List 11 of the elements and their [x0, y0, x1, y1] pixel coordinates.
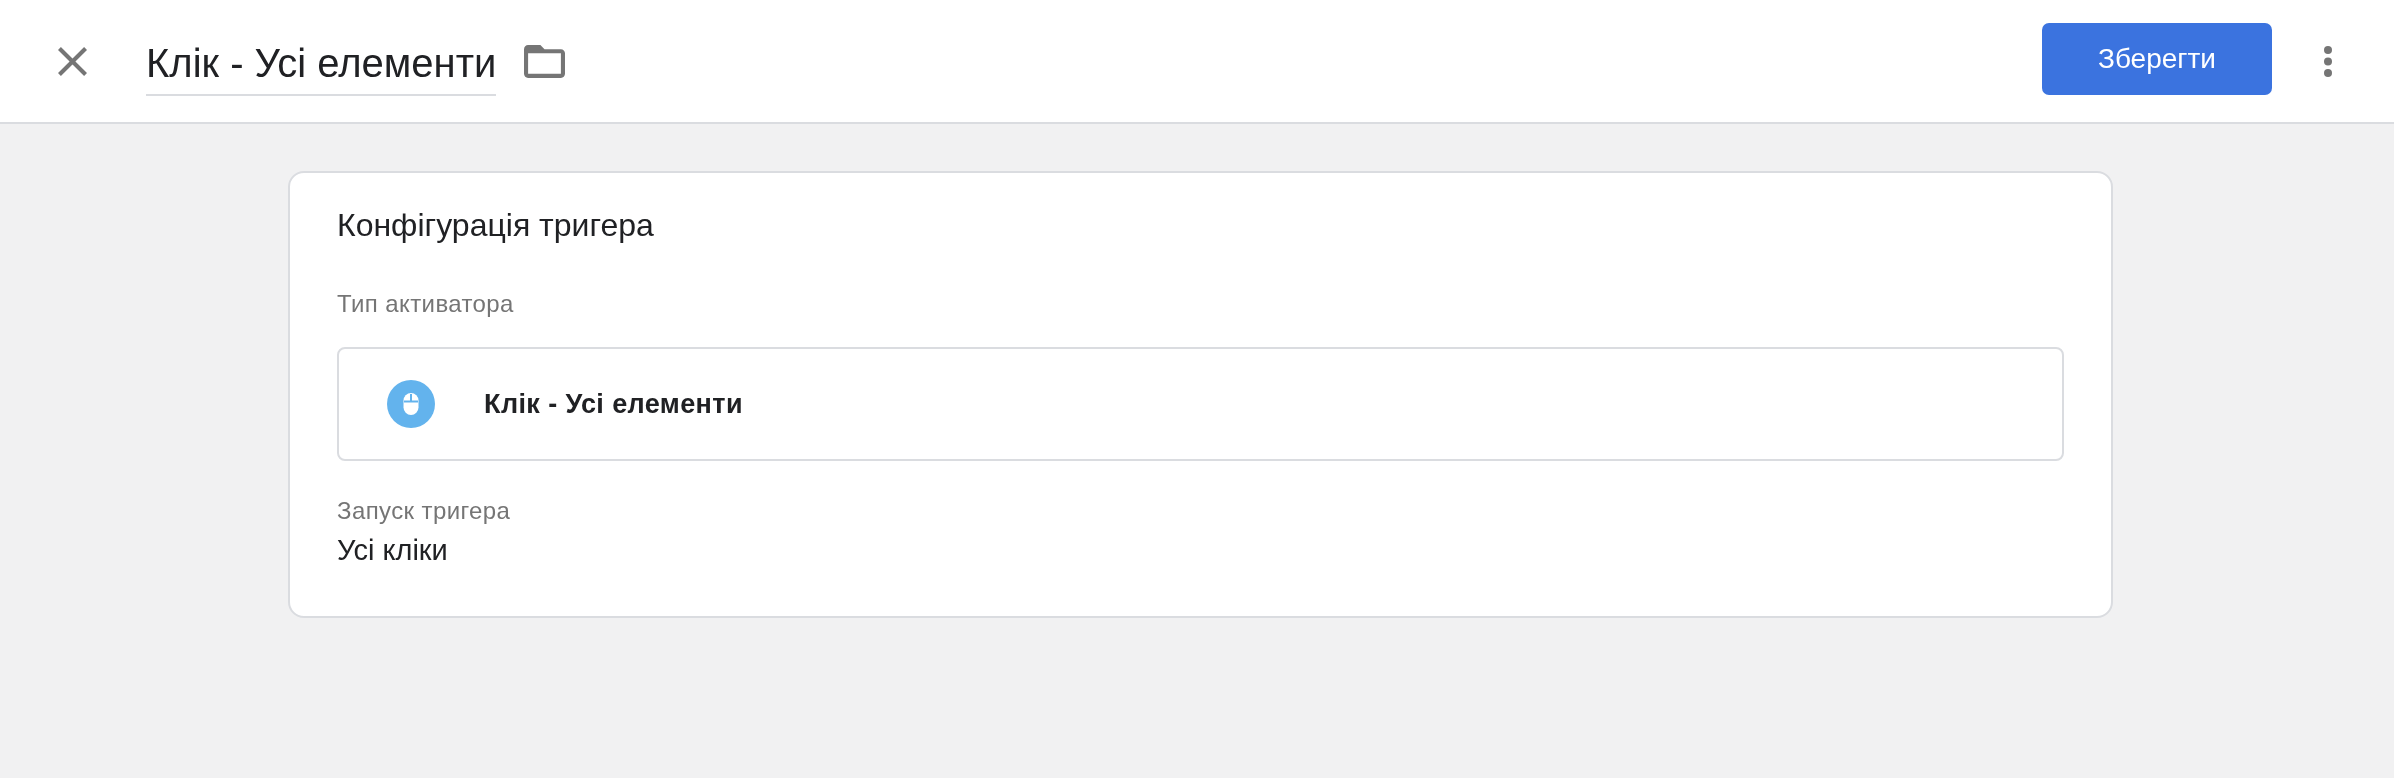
title-field[interactable]: Клік - Усі елементи: [146, 30, 497, 96]
mouse-icon: [387, 380, 435, 428]
close-icon[interactable]: [58, 46, 87, 76]
firing-label: Запуск тригера: [337, 496, 512, 526]
trigger-type-card[interactable]: Клік - Усі елементи: [337, 347, 2064, 461]
save-button[interactable]: Зберегти: [2042, 23, 2272, 95]
folder-icon[interactable]: [524, 44, 566, 78]
trigger-type-label: Тип активатора: [337, 289, 515, 319]
more-options-icon[interactable]: [2324, 45, 2332, 77]
firing-value: Усі кліки: [337, 533, 449, 568]
card-title: Конфігурація тригера: [337, 206, 655, 245]
